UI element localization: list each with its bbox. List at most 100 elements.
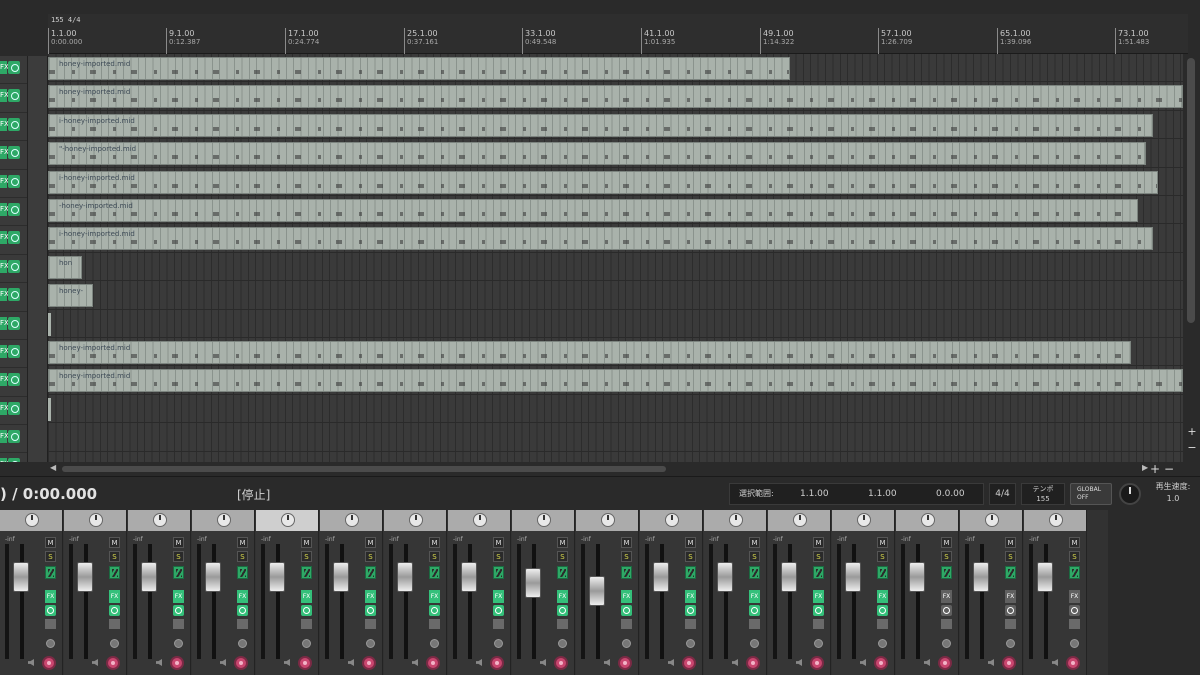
fx-bypass-icon[interactable]	[877, 605, 888, 616]
vertical-scroll-thumb[interactable]	[1187, 58, 1195, 323]
speaker-icon[interactable]	[92, 659, 98, 666]
zoom-out-vertical-icon[interactable]: −	[1185, 442, 1199, 454]
mute-button[interactable]: M	[749, 537, 760, 548]
volume-fader[interactable]	[13, 562, 29, 592]
routing-icon[interactable]	[814, 639, 823, 648]
volume-fader[interactable]	[653, 562, 669, 592]
mixer-strip[interactable]: -inf M S FX	[704, 510, 767, 675]
midi-item[interactable]: "-honey-imported.mid	[48, 142, 1146, 166]
speaker-icon[interactable]	[156, 659, 162, 666]
phase-icon[interactable]	[877, 566, 888, 579]
mute-button[interactable]: M	[685, 537, 696, 548]
phase-icon[interactable]	[173, 566, 184, 579]
envelope-icon[interactable]	[493, 619, 504, 629]
routing-icon[interactable]	[238, 639, 247, 648]
midi-item[interactable]: hon	[48, 255, 82, 279]
mute-button[interactable]: M	[493, 537, 504, 548]
solo-button[interactable]: S	[621, 551, 632, 562]
fx-bypass-icon[interactable]	[429, 605, 440, 616]
horizontal-scrollbar[interactable]: ◀ ▶	[48, 462, 1183, 476]
track-io-icon[interactable]	[8, 401, 20, 415]
fx-button[interactable]: FX	[493, 590, 504, 603]
track-lane[interactable]: honey-	[48, 281, 1183, 310]
time-signature-box[interactable]: 4/4	[989, 483, 1016, 505]
track-fx-button[interactable]: FX	[0, 259, 9, 273]
track-header[interactable]: FX	[0, 368, 27, 397]
phase-icon[interactable]	[1069, 566, 1080, 579]
mixer-strip[interactable]: -inf M S FX	[1024, 510, 1087, 675]
solo-button[interactable]: S	[941, 551, 952, 562]
midi-item[interactable]: honey-imported.mid	[48, 369, 1183, 393]
midi-item[interactable]	[48, 397, 51, 421]
speaker-icon[interactable]	[476, 659, 482, 666]
track-lane[interactable]: i-honey-imported.mid	[48, 224, 1183, 253]
speaker-icon[interactable]	[540, 659, 546, 666]
track-lane[interactable]: i-honey-imported.mid	[48, 168, 1183, 196]
track-header[interactable]: FX	[0, 56, 27, 85]
routing-icon[interactable]	[750, 639, 759, 648]
track-header[interactable]: FX	[0, 141, 27, 170]
fx-button[interactable]: FX	[301, 590, 312, 603]
envelope-icon[interactable]	[621, 619, 632, 629]
phase-icon[interactable]	[365, 566, 376, 579]
solo-button[interactable]: S	[749, 551, 760, 562]
track-io-icon[interactable]	[8, 316, 20, 330]
track-lane[interactable]: honey-imported.mid	[48, 338, 1183, 367]
fx-bypass-icon[interactable]	[1005, 605, 1016, 616]
track-lane[interactable]	[48, 310, 1183, 338]
phase-icon[interactable]	[621, 566, 632, 579]
pan-knob[interactable]	[409, 513, 423, 527]
routing-icon[interactable]	[110, 639, 119, 648]
pan-knob[interactable]	[1049, 513, 1063, 527]
fx-button[interactable]: FX	[365, 590, 376, 603]
track-header[interactable]: FX	[0, 397, 27, 426]
envelope-icon[interactable]	[1005, 619, 1016, 629]
fx-bypass-icon[interactable]	[109, 605, 120, 616]
mute-button[interactable]: M	[301, 537, 312, 548]
solo-button[interactable]: S	[237, 551, 248, 562]
track-lane[interactable]: honey-imported.mid	[48, 82, 1183, 111]
track-io-icon[interactable]	[8, 117, 20, 131]
phase-icon[interactable]	[237, 566, 248, 579]
record-arm-icon[interactable]	[234, 656, 248, 670]
envelope-icon[interactable]	[237, 619, 248, 629]
track-header[interactable]: FX	[0, 425, 27, 454]
solo-button[interactable]: S	[1069, 551, 1080, 562]
mute-button[interactable]: M	[45, 537, 56, 548]
solo-button[interactable]: S	[685, 551, 696, 562]
fx-bypass-icon[interactable]	[941, 605, 952, 616]
volume-fader[interactable]	[77, 562, 93, 592]
playrate-knob[interactable]	[1119, 483, 1141, 505]
record-arm-icon[interactable]	[170, 656, 184, 670]
volume-fader[interactable]	[589, 576, 605, 606]
solo-button[interactable]: S	[45, 551, 56, 562]
pan-knob[interactable]	[281, 513, 295, 527]
midi-item[interactable]: honey-imported.mid	[48, 85, 1183, 109]
selection-length[interactable]: 0.0.00	[936, 484, 965, 504]
zoom-in-vertical-icon[interactable]: +	[1185, 426, 1199, 438]
mute-button[interactable]: M	[621, 537, 632, 548]
track-io-icon[interactable]	[8, 344, 20, 358]
mixer-strip[interactable]: -inf M S FX	[0, 510, 63, 675]
volume-fader[interactable]	[973, 562, 989, 592]
track-header[interactable]: FX	[0, 255, 27, 284]
track-header[interactable]: FX	[0, 453, 27, 462]
speaker-icon[interactable]	[348, 659, 354, 666]
mute-button[interactable]: M	[365, 537, 376, 548]
routing-icon[interactable]	[430, 639, 439, 648]
speaker-icon[interactable]	[28, 659, 34, 666]
pan-knob[interactable]	[537, 513, 551, 527]
record-arm-icon[interactable]	[938, 656, 952, 670]
vertical-scrollbar[interactable]: + −	[1183, 54, 1200, 462]
record-arm-icon[interactable]	[746, 656, 760, 670]
solo-button[interactable]: S	[109, 551, 120, 562]
volume-fader[interactable]	[269, 562, 285, 592]
fx-bypass-icon[interactable]	[813, 605, 824, 616]
mixer-strip[interactable]: -inf M S FX	[832, 510, 895, 675]
fx-button[interactable]: FX	[429, 590, 440, 603]
fx-bypass-icon[interactable]	[557, 605, 568, 616]
fx-bypass-icon[interactable]	[493, 605, 504, 616]
record-arm-icon[interactable]	[426, 656, 440, 670]
mute-button[interactable]: M	[429, 537, 440, 548]
volume-fader[interactable]	[141, 562, 157, 592]
